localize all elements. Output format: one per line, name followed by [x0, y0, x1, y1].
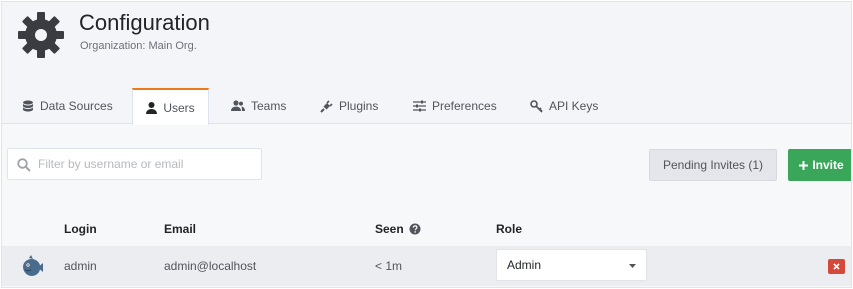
pending-invites-button[interactable]: Pending Invites (1)	[649, 149, 777, 181]
column-header-label: Login	[64, 222, 97, 236]
user-icon	[146, 101, 158, 114]
search-icon	[17, 158, 31, 172]
table-header: Login Email Seen Role	[2, 214, 851, 246]
key-icon	[530, 99, 543, 113]
tab-label: Teams	[251, 99, 287, 113]
users-table: Login Email Seen Role admin admin@localh…	[2, 214, 851, 286]
user-login: admin	[64, 259, 97, 273]
column-header-seen: Seen	[375, 222, 421, 236]
page-title: Configuration	[79, 10, 210, 35]
column-header-login: Login	[64, 222, 97, 236]
column-header-label: Email	[164, 222, 197, 236]
tab-label: Preferences	[432, 99, 497, 113]
user-email: admin@localhost	[164, 259, 257, 273]
user-filter[interactable]	[7, 148, 262, 180]
column-header-label: Role	[496, 222, 523, 236]
users-icon	[231, 100, 245, 111]
user-last-seen: < 1m	[375, 259, 403, 273]
column-header-label: Seen	[375, 222, 404, 236]
column-header-role: Role	[496, 222, 522, 236]
role-select[interactable]: Admin	[496, 249, 647, 281]
invite-label: Invite	[812, 158, 844, 172]
tab-label: Plugins	[339, 99, 379, 113]
table-row: admin admin@localhost < 1m Admin	[2, 246, 851, 286]
users-toolbar: Pending Invites (1) Invite	[2, 148, 851, 184]
tab-preferences[interactable]: Preferences	[405, 88, 505, 124]
tab-label: API Keys	[549, 99, 599, 113]
role-value: Admin	[507, 258, 542, 272]
help-icon[interactable]	[409, 223, 421, 235]
plus-icon	[799, 160, 809, 170]
close-icon	[833, 263, 840, 270]
column-header-email: Email	[164, 222, 196, 236]
gear-icon	[18, 12, 64, 58]
pending-invites-label: Pending Invites (1)	[662, 158, 764, 172]
tab-plugins[interactable]: Plugins	[312, 88, 386, 124]
invite-button[interactable]: Invite	[788, 149, 851, 181]
page-header: Configuration Organization: Main Org. Da…	[2, 2, 851, 125]
configuration-page: Configuration Organization: Main Org. Da…	[1, 1, 852, 288]
chevron-down-icon	[629, 264, 636, 268]
plug-icon	[320, 99, 333, 113]
tab-data-sources[interactable]: Data Sources	[14, 88, 121, 124]
database-icon	[23, 100, 33, 112]
delete-user-button[interactable]	[828, 259, 845, 274]
search-input[interactable]	[38, 149, 258, 179]
sliders-icon	[413, 100, 426, 112]
tab-users[interactable]: Users	[132, 88, 209, 125]
tab-api-keys[interactable]: API Keys	[522, 88, 606, 124]
tab-label: Data Sources	[40, 99, 113, 113]
avatar	[23, 255, 43, 276]
page-subtitle: Organization: Main Org.	[80, 40, 197, 52]
tab-label: Users	[163, 100, 195, 115]
tab-bar: Data Sources Users Teams Plugins Prefere…	[2, 88, 851, 125]
tab-teams[interactable]: Teams	[223, 88, 294, 124]
